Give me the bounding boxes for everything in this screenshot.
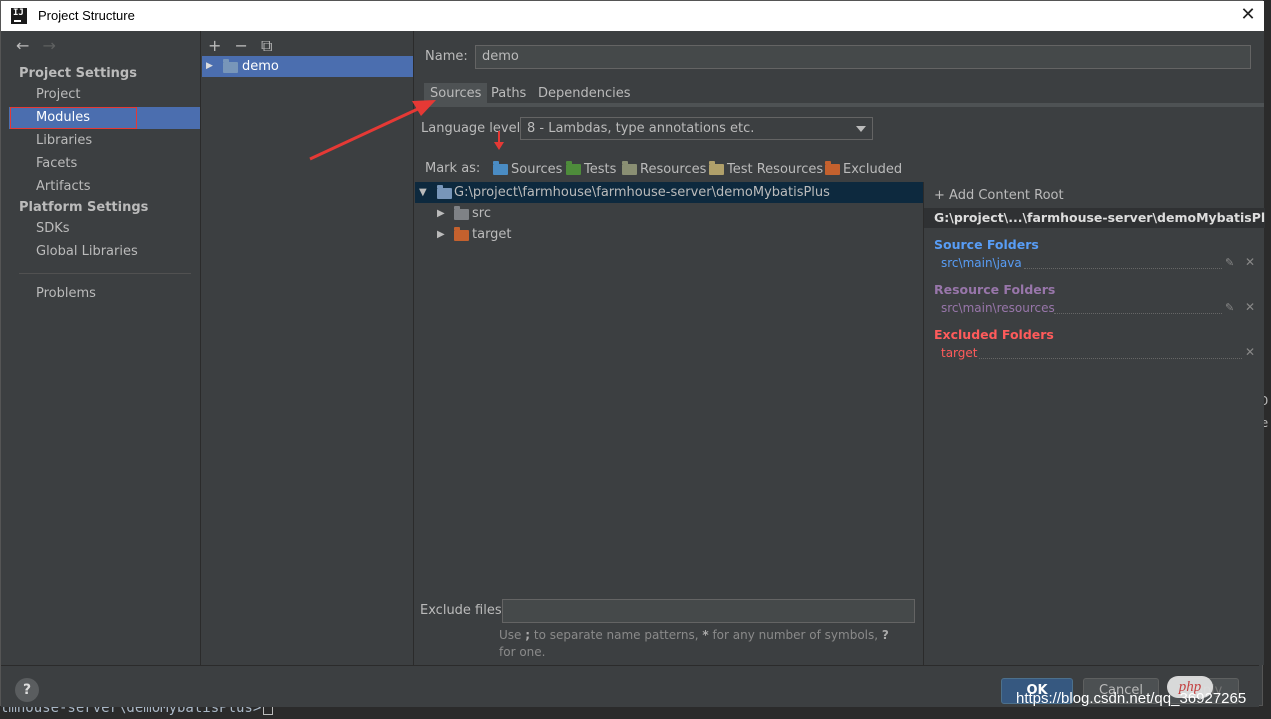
nav-item-sdks[interactable]: SDKs	[9, 218, 200, 240]
nav-item-libraries[interactable]: Libraries	[9, 130, 200, 152]
back-arrow-icon[interactable]: ←	[16, 36, 29, 55]
tree-node-src[interactable]: ▶ src	[415, 203, 923, 224]
expand-arrow-icon[interactable]: ▶	[206, 56, 213, 77]
expand-arrow-icon[interactable]: ▶	[437, 203, 445, 224]
exclude-files-label: Exclude files:	[420, 603, 507, 618]
name-label: Name:	[425, 49, 468, 64]
edit-icon[interactable]: ✎	[1225, 256, 1234, 269]
project-structure-dialog: IJ Project Structure ✕ ← → Project Setti…	[0, 0, 1265, 707]
resource-folders-title: Resource Folders	[934, 282, 1056, 297]
remove-icon[interactable]: −	[235, 36, 248, 55]
module-label: demo	[242, 59, 279, 74]
chevron-down-icon	[856, 126, 866, 132]
sources-folder-icon	[493, 161, 508, 175]
window-title: Project Structure	[38, 8, 135, 23]
excluded-folders-title: Excluded Folders	[934, 327, 1054, 342]
modules-toolbar: + − ⧉	[208, 36, 280, 56]
copy-icon[interactable]: ⧉	[261, 36, 272, 55]
excluded-folder-entry[interactable]: target	[941, 346, 978, 360]
forward-arrow-icon[interactable]: →	[43, 36, 56, 55]
exclude-files-hint: Use ; to separate name patterns, * for a…	[499, 628, 889, 659]
resource-folder-entry[interactable]: src\main\resources	[941, 301, 1055, 315]
remove-icon[interactable]: ✕	[1245, 300, 1255, 314]
content-root-tree: ▼ G:\project\farmhouse\farmhouse-server\…	[415, 182, 923, 582]
nav-item-global-libraries[interactable]: Global Libraries	[9, 241, 200, 263]
src-folder-icon	[454, 206, 469, 220]
mark-as-excluded-button[interactable]: Excluded	[825, 161, 902, 177]
settings-nav: ← → Project Settings Project Modules Lib…	[9, 31, 201, 665]
platform-settings-header: Platform Settings	[19, 200, 149, 215]
highlight-box	[10, 107, 137, 129]
nav-item-problems[interactable]: Problems	[9, 283, 200, 305]
remove-icon[interactable]: ✕	[1245, 345, 1255, 359]
nav-item-artifacts[interactable]: Artifacts	[9, 176, 200, 198]
source-folders-title: Source Folders	[934, 237, 1039, 252]
add-icon[interactable]: +	[208, 36, 221, 55]
mark-as-resources-button[interactable]: Resources	[622, 161, 706, 177]
tab-dependencies[interactable]: Dependencies	[532, 83, 637, 105]
nav-item-facets[interactable]: Facets	[9, 153, 200, 175]
expand-arrow-icon[interactable]: ▶	[437, 224, 445, 245]
nav-separator	[19, 273, 191, 274]
tree-root-row[interactable]: ▼ G:\project\farmhouse\farmhouse-server\…	[415, 182, 923, 203]
tree-root-label: G:\project\farmhouse\farmhouse-server\de…	[454, 185, 830, 200]
tab-underline	[424, 103, 1264, 107]
language-level-label: Language level:	[421, 121, 525, 136]
test-resources-folder-icon	[709, 161, 724, 175]
mark-as-sources-button[interactable]: Sources	[493, 161, 562, 177]
edit-icon[interactable]: ✎	[1225, 301, 1234, 314]
title-bar: IJ Project Structure ✕	[1, 1, 1264, 31]
content-root-path: G:\project\...\farmhouse-server\demoMyba…	[924, 208, 1265, 228]
close-icon[interactable]: ✕	[1237, 4, 1259, 26]
exclude-files-input[interactable]	[502, 599, 915, 623]
nav-item-project[interactable]: Project	[9, 84, 200, 106]
language-level-select[interactable]: 8 - Lambdas, type annotations etc.	[520, 117, 873, 140]
source-folder-entry[interactable]: src\main\java	[941, 256, 1022, 270]
module-folder-icon	[223, 59, 238, 73]
blog-watermark: https://blog.csdn.net/qq_36927265	[1016, 690, 1247, 707]
name-input[interactable]: demo	[475, 45, 1251, 69]
project-settings-header: Project Settings	[19, 66, 137, 81]
content-root-panel: + Add Content Root G:\project\...\farmho…	[923, 182, 1265, 665]
module-item-demo[interactable]: ▶ demo	[202, 56, 413, 77]
nav-item-modules[interactable]: Modules	[9, 107, 200, 129]
tree-node-label: target	[472, 227, 512, 242]
language-level-value: 8 - Lambdas, type annotations etc.	[527, 121, 755, 136]
mark-as-tests-button[interactable]: Tests	[566, 161, 616, 177]
help-icon[interactable]: ?	[15, 678, 39, 702]
excluded-folder-icon	[825, 161, 840, 175]
tree-node-target[interactable]: ▶ target	[415, 224, 923, 245]
remove-icon[interactable]: ✕	[1245, 255, 1255, 269]
collapse-arrow-icon[interactable]: ▼	[419, 182, 427, 203]
tab-paths[interactable]: Paths	[485, 83, 532, 105]
intellij-app-icon: IJ	[11, 8, 27, 24]
tab-sources[interactable]: Sources	[424, 83, 488, 105]
module-settings-panel: Name: demo Sources Paths Dependencies La…	[415, 31, 1265, 665]
add-content-root-button[interactable]: + Add Content Root	[934, 188, 1064, 203]
tests-folder-icon	[566, 161, 581, 175]
resources-folder-icon	[622, 161, 637, 175]
target-folder-icon	[454, 227, 469, 241]
mark-as-label: Mark as:	[425, 161, 481, 176]
mark-as-test-resources-button[interactable]: Test Resources	[709, 161, 823, 177]
modules-list-panel: + − ⧉ ▶ demo	[202, 31, 414, 665]
tree-node-label: src	[472, 206, 491, 221]
root-folder-icon	[437, 185, 452, 199]
